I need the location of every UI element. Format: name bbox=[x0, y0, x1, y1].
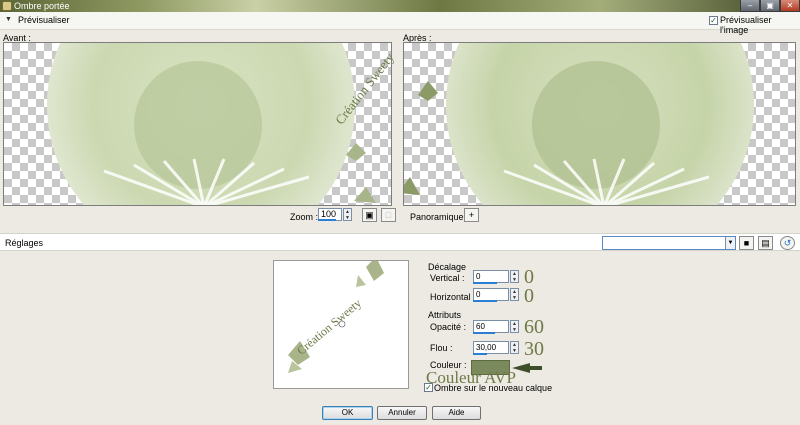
window-title: Ombre portée bbox=[14, 1, 70, 11]
pan-plus-icon[interactable]: + bbox=[464, 208, 479, 222]
thumbnail-preview[interactable]: Création Sweety bbox=[273, 260, 409, 389]
new-layer-checkbox[interactable]: ✓ bbox=[424, 383, 433, 392]
butterfly-shape-2 bbox=[356, 275, 366, 287]
minimize-button[interactable]: – bbox=[740, 0, 760, 12]
offset-group-label: Décalage bbox=[428, 262, 467, 272]
before-preview-pane[interactable] bbox=[3, 42, 392, 206]
zoom-spin-arrows-icon[interactable]: ▲ ▼ bbox=[343, 208, 352, 221]
preset-dropdown[interactable]: ▼ bbox=[602, 236, 736, 250]
opacity-slider-bar[interactable] bbox=[473, 332, 495, 334]
pick-arrow-icon bbox=[512, 363, 542, 373]
butterfly-shape bbox=[418, 81, 438, 101]
vertical-label: Vertical : bbox=[430, 273, 465, 283]
blur-spin-arrows-icon[interactable]: ▲ ▼ bbox=[510, 341, 519, 354]
title-bar: Ombre portée – ▣ ✕ bbox=[0, 0, 800, 12]
butterfly-shape bbox=[366, 261, 384, 281]
opacity-note: 60 bbox=[524, 316, 544, 338]
delete-preset-icon[interactable]: ▤ bbox=[758, 236, 773, 250]
chevron-down-icon[interactable]: ▼ bbox=[725, 237, 735, 249]
app-icon bbox=[2, 1, 12, 11]
opacity-spin-arrows-icon[interactable]: ▲ ▼ bbox=[510, 320, 519, 333]
butterfly-shape-2 bbox=[404, 177, 420, 195]
preview-image-label[interactable]: Prévisualiser l'image bbox=[720, 15, 800, 35]
fit-window-icon[interactable]: ▣ bbox=[362, 208, 377, 222]
preview-label[interactable]: Prévisualiser bbox=[18, 15, 70, 25]
help-button[interactable]: Aide bbox=[432, 406, 481, 420]
vertical-slider-bar[interactable] bbox=[473, 282, 497, 284]
maximize-button[interactable]: ▣ bbox=[760, 0, 780, 12]
reset-icon[interactable]: ↺ bbox=[780, 236, 795, 250]
preview-image-checkbox[interactable]: ✓ bbox=[709, 16, 718, 25]
actual-size-icon[interactable]: □ bbox=[381, 208, 396, 222]
ok-button[interactable]: OK bbox=[322, 406, 373, 420]
attributes-group-label: Attributs bbox=[428, 310, 462, 320]
close-button[interactable]: ✕ bbox=[780, 0, 800, 12]
blur-note: 30 bbox=[524, 338, 544, 360]
center-circle bbox=[134, 61, 262, 189]
cancel-button[interactable]: Annuler bbox=[377, 406, 427, 420]
vertical-spin-arrows-icon[interactable]: ▲ ▼ bbox=[510, 270, 519, 283]
after-image bbox=[404, 43, 754, 205]
settings-label: Réglages bbox=[5, 238, 44, 248]
new-layer-label[interactable]: Ombre sur le nouveau calque bbox=[434, 383, 552, 393]
butterfly-shape-2 bbox=[354, 187, 376, 203]
before-image bbox=[47, 43, 376, 205]
horizontal-note: 0 bbox=[524, 285, 534, 307]
save-preset-icon[interactable]: ■ bbox=[739, 236, 754, 250]
settings-bar: Réglages ▼ ■ ▤ ↺ bbox=[0, 233, 800, 251]
zoom-slider-bar[interactable] bbox=[318, 219, 336, 221]
after-preview-pane[interactable] bbox=[403, 42, 796, 206]
zoom-label: Zoom : bbox=[290, 212, 319, 222]
preview-toggle-row: ▼ Prévisualiser ✓ Prévisualiser l'image bbox=[0, 12, 800, 35]
horizontal-label: Horizontal : bbox=[430, 292, 476, 302]
blur-label: Flou : bbox=[430, 343, 453, 353]
blur-slider-bar[interactable] bbox=[473, 353, 487, 355]
horizontal-slider-bar[interactable] bbox=[473, 300, 497, 302]
pan-label: Panoramique : bbox=[410, 212, 469, 222]
collapse-arrow-icon[interactable]: ▼ bbox=[5, 16, 13, 24]
horizontal-spin-arrows-icon[interactable]: ▲ ▼ bbox=[510, 288, 519, 301]
opacity-label: Opacité : bbox=[430, 322, 467, 332]
